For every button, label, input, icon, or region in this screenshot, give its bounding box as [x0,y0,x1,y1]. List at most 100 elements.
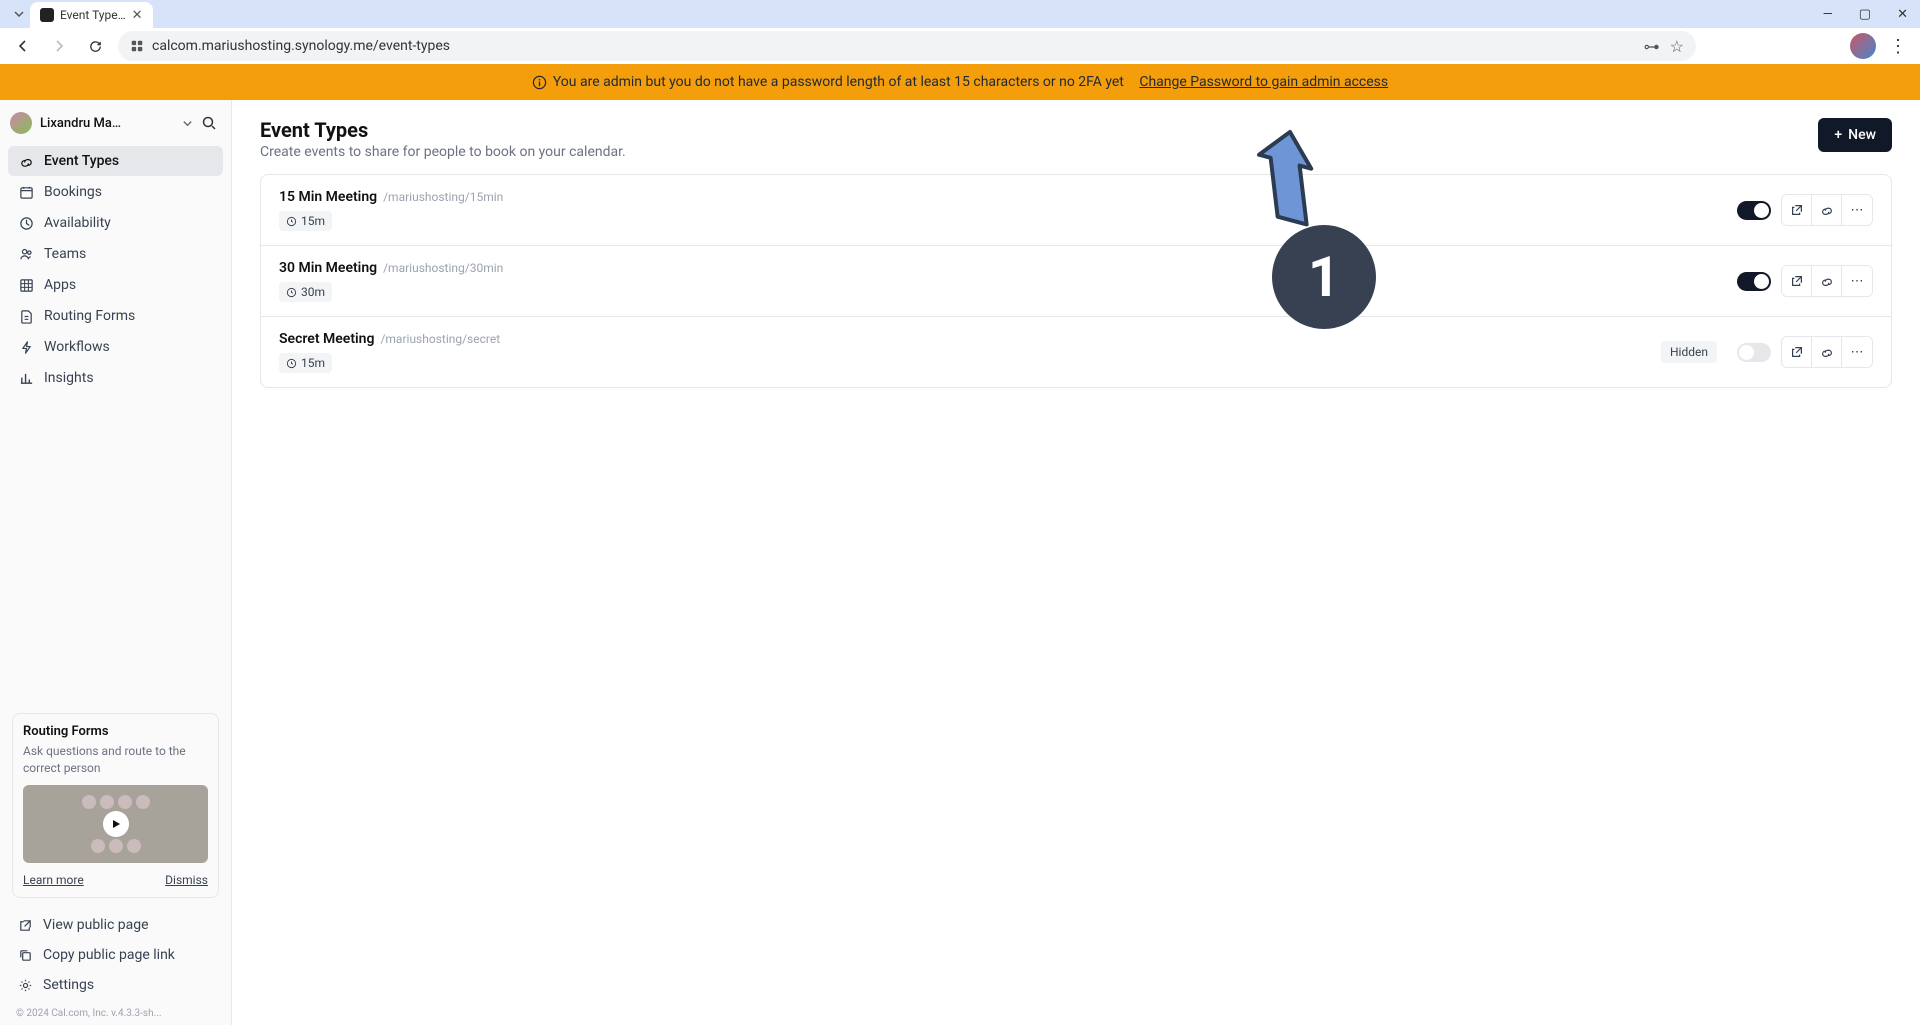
sb-icon [18,978,33,993]
copy-link-button[interactable] [1812,266,1842,296]
more-options-button[interactable]: ⋯ [1842,337,1872,367]
promo-learn-more-link[interactable]: Learn more [23,873,84,887]
reload-button[interactable] [82,33,108,59]
search-icon[interactable] [201,115,221,131]
routing-forms-promo-card: Routing Forms Ask questions and route to… [12,713,219,898]
user-avatar[interactable] [10,112,32,134]
bookmark-star-icon[interactable]: ☆ [1670,37,1684,56]
nav-icon [18,215,34,231]
admin-warning-banner: You are admin but you do not have a pass… [0,64,1920,100]
nav-icon [18,370,34,386]
sb-label: Copy public page link [43,947,175,963]
sb-icon [18,948,33,963]
hidden-badge: Hidden [1661,341,1717,363]
nav-label: Teams [44,246,86,262]
banner-message: You are admin but you do not have a pass… [553,74,1124,90]
event-duration-badge: 30m [279,282,332,302]
url-text: calcom.mariushosting.synology.me/event-t… [152,38,450,54]
nav-label: Insights [44,370,94,386]
event-duration-badge: 15m [279,353,332,373]
page-subtitle: Create events to share for people to boo… [260,144,626,160]
close-tab-icon[interactable]: ✕ [132,8,143,23]
nav-icon [18,246,34,262]
sidebar-item-insights[interactable]: Insights [8,363,223,393]
promo-video-thumbnail[interactable] [23,785,208,863]
nav-label: Routing Forms [44,308,135,324]
password-key-icon[interactable]: ⊶ [1644,37,1660,56]
sidebar-item-event-types[interactable]: Event Types [8,146,223,176]
nav-label: Bookings [44,184,102,200]
minimize-icon[interactable]: — [1817,3,1839,26]
more-options-button[interactable]: ⋯ [1842,195,1872,225]
browser-profile-avatar[interactable] [1850,33,1876,59]
nav-icon [18,153,34,169]
event-enabled-toggle[interactable] [1737,201,1771,220]
site-settings-icon[interactable] [130,39,144,53]
promo-desc: Ask questions and route to the correct p… [23,743,208,777]
address-bar[interactable]: calcom.mariushosting.synology.me/event-t… [118,31,1696,61]
nav-icon [18,277,34,293]
more-options-button[interactable]: ⋯ [1842,266,1872,296]
nav-label: Event Types [44,153,119,169]
nav-icon [18,308,34,324]
user-menu-chevron-icon[interactable] [182,118,193,129]
browser-tab[interactable]: Event Type… ✕ [30,2,153,28]
main-content: Event Types Create events to share for p… [232,100,1920,1025]
nav-icon [18,184,34,200]
sidebar: Lixandru Ma… Event Types Bookings Availabi… [0,100,232,1025]
user-name[interactable]: Lixandru Ma… [40,116,174,131]
event-enabled-toggle[interactable] [1737,272,1771,291]
event-slug: /mariushosting/15min [383,190,503,204]
promo-dismiss-link[interactable]: Dismiss [165,873,208,887]
copy-link-button[interactable] [1812,337,1842,367]
event-type-row[interactable]: Secret Meeting/mariushosting/secret 15m Hi… [261,317,1891,387]
maximize-icon[interactable]: ▢ [1853,3,1877,26]
info-icon [532,75,547,90]
close-window-icon[interactable]: ✕ [1891,3,1914,26]
sidebar-bottom-settings[interactable]: Settings [8,970,223,1000]
sidebar-bottom-view-public-page[interactable]: View public page [8,910,223,940]
event-slug: /mariushosting/30min [383,261,503,275]
browser-tab-strip: Event Type… ✕ — ▢ ✕ [0,0,1920,28]
nav-label: Apps [44,277,76,293]
event-title: 15 Min Meeting [279,189,377,205]
sidebar-item-bookings[interactable]: Bookings [8,177,223,207]
nav-icon [18,339,34,355]
change-password-link[interactable]: Change Password to gain admin access [1139,74,1388,90]
event-type-row[interactable]: 30 Min Meeting/mariushosting/30min 30m ⋯ [261,246,1891,317]
page-title: Event Types [260,118,626,142]
tab-search-dropdown[interactable] [8,3,30,25]
plus-icon: + [1834,127,1842,143]
forward-button[interactable] [46,33,72,59]
back-button[interactable] [10,33,36,59]
preview-button[interactable] [1782,195,1812,225]
copyright-text: © 2024 Cal.com, Inc. v.4.3.3-sh... [0,1006,231,1025]
preview-button[interactable] [1782,266,1812,296]
event-title: Secret Meeting [279,331,374,347]
sidebar-bottom-copy-public-page-link[interactable]: Copy public page link [8,940,223,970]
tab-title: Event Type… [60,8,126,22]
event-title: 30 Min Meeting [279,260,377,276]
sidebar-item-routing-forms[interactable]: Routing Forms [8,301,223,331]
event-type-row[interactable]: 15 Min Meeting/mariushosting/15min15m⋯ [261,175,1891,246]
sidebar-item-availability[interactable]: Availability [8,208,223,238]
promo-title: Routing Forms [23,724,208,739]
play-icon [103,811,129,837]
event-type-list: 15 Min Meeting/mariushosting/15min15m⋯30… [260,174,1892,388]
sb-label: Settings [43,977,94,993]
nav-label: Availability [44,215,111,231]
sidebar-item-teams[interactable]: Teams [8,239,223,269]
sidebar-item-apps[interactable]: Apps [8,270,223,300]
favicon [40,8,54,22]
new-button-label: New [1848,127,1876,143]
sidebar-item-workflows[interactable]: Workflows [8,332,223,362]
nav-label: Workflows [44,339,110,355]
new-event-button[interactable]: + New [1818,118,1892,152]
copy-link-button[interactable] [1812,195,1842,225]
browser-toolbar: calcom.mariushosting.synology.me/event-t… [0,28,1920,64]
preview-button[interactable] [1782,337,1812,367]
event-slug: /mariushosting/secret [380,332,500,346]
browser-menu-icon[interactable]: ⋮ [1886,36,1910,57]
sb-icon [18,918,33,933]
event-enabled-toggle[interactable] [1737,343,1771,362]
